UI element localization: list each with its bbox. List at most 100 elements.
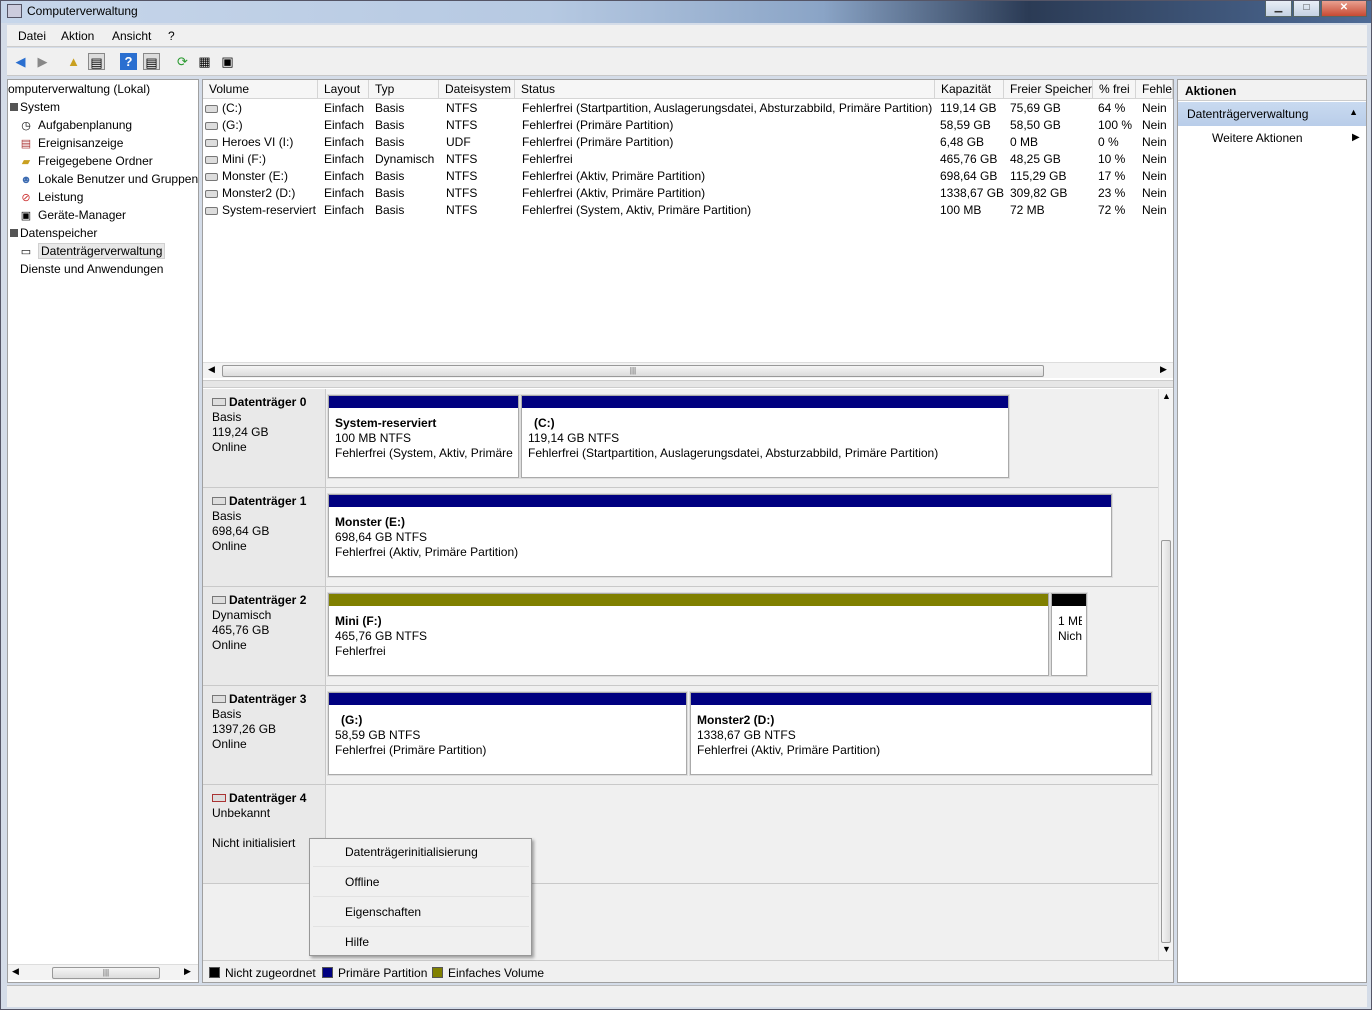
actions-section-datentraegerverwaltung[interactable]: Datenträgerverwaltung ▲ — [1178, 102, 1366, 126]
column-header-kapazitaet[interactable]: Kapazität — [935, 80, 1004, 99]
maximize-button[interactable]: □ — [1293, 1, 1320, 17]
menu-datei[interactable]: Datei — [18, 29, 46, 43]
disk-label[interactable]: Datenträger 1 Basis 698,64 GB Online — [203, 488, 326, 586]
volume-list-horizontal-scrollbar[interactable]: ◀ ||| ▶ — [203, 362, 1173, 378]
settings-icon[interactable]: ▣ — [219, 53, 236, 70]
partition-status: Fehlerfrei (System, Aktiv, Primäre — [335, 446, 513, 460]
forward-icon[interactable]: ▶ — [34, 53, 51, 70]
table-row[interactable]: Heroes VI (I:) Einfach Basis UDF Fehlerfrei … — [203, 134, 1173, 151]
show-hide-action-pane-icon[interactable]: ▤ — [143, 53, 160, 70]
expand-arrow-icon[interactable] — [10, 229, 18, 237]
tree-item-datentraegerverwaltung[interactable]: ▭ Datenträgerverwaltung — [18, 242, 166, 260]
help-icon[interactable]: ? — [120, 53, 137, 70]
scrollbar-thumb[interactable] — [1161, 540, 1171, 943]
scroll-right-icon[interactable]: ▶ — [184, 966, 191, 977]
table-row[interactable]: (C:) Einfach Basis NTFS Fehlerfrei (Startpar… — [203, 100, 1173, 117]
disk-label[interactable]: Datenträger 4 Unbekannt Nicht initialisi… — [203, 785, 326, 883]
scroll-left-icon[interactable]: ◀ — [208, 364, 215, 375]
menu-ansicht[interactable]: Ansicht — [112, 29, 151, 43]
submenu-arrow-icon[interactable]: ▶ — [1352, 132, 1360, 143]
partition-system-reserviert[interactable]: System-reserviert 100 MB NTFS Fehlerfrei (… — [327, 394, 520, 479]
tree-item-aufgabenplanung[interactable]: ◷ Aufgabenplanung — [18, 116, 132, 134]
partition-bar — [522, 396, 1008, 408]
tree-item-datenspeicher[interactable]: Datenspeicher — [10, 224, 97, 242]
partition-info: Monster (E:) 698,64 GB NTFS Fehlerfrei (Ak… — [335, 515, 518, 560]
tree-item-dienste[interactable]: Dienste und Anwendungen — [10, 260, 163, 278]
table-row[interactable]: Monster (E:) Einfach Basis NTFS Fehlerfrei (… — [203, 168, 1173, 185]
partition-c[interactable]: (C:) 119,14 GB NTFS Fehlerfrei (Startparti… — [520, 394, 1010, 479]
table-row[interactable]: (G:) Einfach Basis NTFS Fehlerfrei (Primäre … — [203, 117, 1173, 134]
minimize-button[interactable]: ▁ — [1265, 1, 1292, 17]
back-icon[interactable]: ◀ — [12, 53, 29, 70]
disk-label[interactable]: Datenträger 2 Dynamisch 465,76 GB Online — [203, 587, 326, 685]
collapse-icon[interactable]: ▲ — [1349, 107, 1358, 117]
tree-item-label: Lokale Benutzer und Gruppen — [38, 172, 199, 186]
tree-item-geraete-manager[interactable]: ▣ Geräte-Manager — [18, 206, 126, 224]
tree-item-freigegebene-ordner[interactable]: ▰ Freigegebene Ordner — [18, 152, 153, 170]
table-cell: Einfach — [324, 135, 364, 149]
menu-item-datentraegerinitialisierung[interactable]: Datenträgerinitialisierung — [313, 839, 529, 867]
menu-item-offline[interactable]: Offline — [313, 869, 529, 897]
column-header-typ[interactable]: Typ — [369, 80, 439, 99]
table-row[interactable]: Mini (F:) Einfach Dynamisch NTFS Fehlerfrei 4… — [203, 151, 1173, 168]
scroll-up-icon[interactable]: ▲ — [1162, 391, 1171, 401]
disk-label[interactable]: Datenträger 0 Basis 119,24 GB Online — [203, 389, 326, 487]
partition-name: Mini (F:) — [335, 614, 382, 628]
partition-monster-e[interactable]: Monster (E:) 698,64 GB NTFS Fehlerfrei (Ak… — [327, 493, 1113, 578]
menu-help[interactable]: ? — [168, 29, 175, 43]
tree-item-lokale-benutzer[interactable]: ☻ Lokale Benutzer und Gruppen — [18, 170, 198, 188]
partition-name: Monster2 (D:) — [697, 713, 775, 727]
column-header-dateisystem[interactable]: Dateisystem — [439, 80, 515, 99]
table-row[interactable]: System-reserviert Einfach Basis NTFS Fehlerf… — [203, 202, 1173, 219]
disk-label[interactable]: Datenträger 3 Basis 1397,26 GB Online — [203, 686, 326, 784]
disk-state: Nicht initialisiert — [212, 836, 296, 850]
tree-horizontal-scrollbar[interactable]: ◀ ||| ▶ — [8, 964, 198, 980]
cell-text: Dynamisch — [375, 152, 435, 166]
scroll-left-icon[interactable]: ◀ — [12, 966, 19, 977]
show-hide-tree-icon[interactable]: ▤ — [88, 53, 105, 70]
scroll-right-icon[interactable]: ▶ — [1160, 364, 1167, 375]
tree-item-system[interactable]: System — [10, 98, 60, 116]
partition-mini-f[interactable]: Mini (F:) 465,76 GB NTFS Fehlerfrei — [327, 592, 1050, 677]
title-bar[interactable]: Computerverwaltung ▁ □ ✕ — [1, 1, 1371, 23]
partition-status: Fehlerfrei (Startpartition, Auslagerungs… — [528, 446, 939, 460]
partition-monster2-d[interactable]: Monster2 (D:) 1338,67 GB NTFS Fehlerfrei (… — [689, 691, 1153, 776]
table-cell: NTFS — [446, 186, 477, 200]
partition-unallocated[interactable]: 1 MBNicht zugeordnet — [1050, 592, 1088, 677]
menu-item-hilfe[interactable]: Hilfe — [313, 929, 529, 957]
table-cell: 23 % — [1098, 186, 1125, 200]
up-folder-icon[interactable]: ▲ — [65, 53, 82, 70]
properties-icon[interactable]: ▦ — [196, 53, 213, 70]
scrollbar-thumb[interactable]: ||| — [222, 365, 1044, 377]
cell-text: 23 % — [1098, 186, 1126, 200]
tree-item-label: omputerverwaltung (Lokal) — [8, 82, 151, 96]
refresh-icon[interactable]: ⟳ — [174, 53, 191, 70]
tree-item-ereignisanzeige[interactable]: ▤ Ereignisanzeige — [18, 134, 124, 152]
partition-g[interactable]: (G:) 58,59 GB NTFS Fehlerfrei (Primäre Par… — [327, 691, 688, 776]
disk-state: Online — [212, 737, 247, 751]
column-header-status[interactable]: Status — [515, 80, 935, 99]
menu-aktion[interactable]: Aktion — [61, 29, 94, 43]
scroll-down-icon[interactable]: ▼ — [1162, 944, 1171, 954]
cell-text: Heroes VI (I:) — [222, 135, 294, 149]
expand-arrow-icon[interactable] — [10, 103, 18, 111]
column-header-freier-speicher[interactable]: Freier Speicher — [1004, 80, 1093, 99]
column-header-fehler[interactable]: Fehler — [1136, 80, 1173, 99]
close-button[interactable]: ✕ — [1321, 1, 1367, 17]
partition-size: 698,64 GB NTFS — [335, 530, 428, 544]
column-header-layout[interactable]: Layout — [318, 80, 369, 99]
tree-item-computer-management[interactable]: omputerverwaltung (Lokal) — [8, 80, 150, 98]
pane-splitter[interactable] — [203, 380, 1173, 388]
column-header-volume[interactable]: Volume — [203, 80, 318, 99]
table-row[interactable]: Monster2 (D:) Einfach Basis NTFS Fehlerfrei … — [203, 185, 1173, 202]
action-weitere-aktionen[interactable]: Weitere Aktionen — [1212, 131, 1303, 145]
graphical-view-vertical-scrollbar[interactable]: ▲ ▼ — [1158, 389, 1173, 960]
column-header-prozent-frei[interactable]: % frei — [1093, 80, 1136, 99]
cell-text: NTFS — [446, 152, 478, 166]
cell-text: 72 MB — [1010, 203, 1045, 217]
scrollbar-thumb[interactable]: ||| — [52, 967, 160, 979]
expand-arrow-icon[interactable] — [10, 265, 18, 273]
cell-text: 48,25 GB — [1010, 152, 1061, 166]
tree-item-leistung[interactable]: ⊘ Leistung — [18, 188, 83, 206]
menu-item-eigenschaften[interactable]: Eigenschaften — [313, 899, 529, 927]
